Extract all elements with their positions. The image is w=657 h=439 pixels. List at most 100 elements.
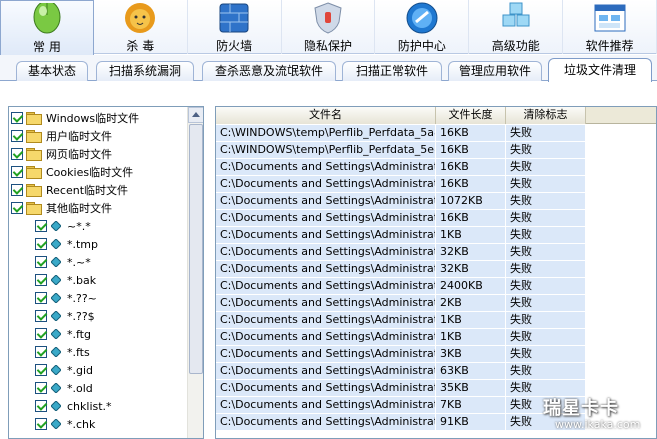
tree-pattern[interactable]: ~*.* (35, 217, 91, 235)
tab-junk-cleanup[interactable]: 垃圾文件清理 (548, 58, 652, 82)
cell-status: 失败 (506, 193, 586, 210)
tree-folder[interactable]: 网页临时文件 (11, 145, 112, 163)
table-row[interactable]: C:\Documents and Settings\Administrator\… (216, 312, 586, 329)
tree-folder[interactable]: 用户临时文件 (11, 127, 112, 145)
toolbar-firewall[interactable]: 防火墙 (188, 0, 282, 54)
tree-pattern-label: *.~* (67, 255, 91, 269)
cell-filename: C:\Documents and Settings\Administrator\… (216, 312, 436, 329)
column-header-filename[interactable]: 文件名 (216, 107, 436, 124)
table-row[interactable]: C:\Documents and Settings\Administrator\… (216, 295, 586, 312)
cell-filename: C:\Documents and Settings\Administrator\… (216, 227, 436, 244)
tab-basic-status[interactable]: 基本状态 (16, 61, 88, 81)
tree-pattern-label: *.tmp (67, 237, 99, 251)
tree-folder-label: Cookies临时文件 (46, 166, 134, 179)
table-row[interactable]: C:\WINDOWS\temp\Perflib_Perfdata_5e8... 1… (216, 142, 586, 159)
tab-scan-normal-software[interactable]: 扫描正常软件 (342, 61, 442, 81)
checkbox[interactable] (11, 166, 23, 178)
table-row[interactable]: C:\Documents and Settings\Administrator\… (216, 329, 586, 346)
table-row[interactable]: C:\Documents and Settings\Administrator\… (216, 244, 586, 261)
checkbox[interactable] (35, 220, 47, 232)
table-row[interactable]: C:\Documents and Settings\Administrator\… (216, 380, 586, 397)
cell-size: 2400KB (436, 278, 506, 295)
cell-filename: C:\Documents and Settings\Administrator\… (216, 244, 436, 261)
checkbox[interactable] (11, 112, 23, 124)
tree-folder[interactable]: Recent临时文件 (11, 181, 128, 199)
checkbox[interactable] (11, 202, 23, 214)
toolbar-advanced[interactable]: 高级功能 (469, 0, 564, 54)
table-row[interactable]: C:\Documents and Settings\Administrator\… (216, 363, 586, 380)
file-pattern-icon (51, 365, 61, 375)
table-row[interactable]: C:\Documents and Settings\Administrator\… (216, 210, 586, 227)
tree-pattern[interactable]: chklist.* (35, 397, 112, 415)
toolbar-software[interactable]: 软件推荐 (563, 0, 657, 54)
toolbar-common[interactable]: 常 用 (0, 0, 94, 55)
tree-pattern[interactable]: *.??~ (35, 289, 97, 307)
scroll-up-button[interactable] (188, 107, 203, 123)
tab-manage-software[interactable]: 管理应用软件 (448, 61, 542, 81)
cell-size: 1KB (436, 329, 506, 346)
table-row[interactable]: C:\Documents and Settings\Administrator\… (216, 261, 586, 278)
tree-folder[interactable]: 其他临时文件 (11, 199, 112, 217)
tree-folder[interactable]: Cookies临时文件 (11, 163, 133, 181)
tree-scrollbar[interactable] (187, 107, 203, 438)
checkbox[interactable] (35, 292, 47, 304)
table-row[interactable]: C:\Documents and Settings\Administrator\… (216, 278, 586, 295)
toolbar-antivirus[interactable]: 杀 毒 (94, 0, 188, 54)
checkbox[interactable] (35, 418, 47, 430)
tree-pattern[interactable]: *.??$ (35, 307, 95, 325)
cell-size: 3KB (436, 346, 506, 363)
folder-icon (26, 130, 42, 143)
table-row[interactable]: C:\Documents and Settings\Administrator\… (216, 397, 586, 414)
checkbox[interactable] (35, 328, 47, 340)
table-row[interactable]: C:\WINDOWS\temp\Perflib_Perfdata_5a8... 1… (216, 125, 586, 142)
checkbox[interactable] (11, 130, 23, 142)
cell-status: 失败 (506, 210, 586, 227)
cell-size: 35KB (436, 380, 506, 397)
tree-pattern-label: ~*.* (67, 219, 91, 233)
tree-pattern-label: chklist.* (67, 399, 112, 413)
table-row[interactable]: C:\Documents and Settings\Administrator\… (216, 227, 586, 244)
tree-pattern[interactable]: *.chk (35, 415, 95, 433)
cell-size: 2KB (436, 295, 506, 312)
toolbar-privacy[interactable]: 隐私保护 (282, 0, 376, 54)
table-row[interactable]: C:\Documents and Settings\Administrator\… (216, 193, 586, 210)
cell-size: 1KB (436, 227, 506, 244)
checkbox[interactable] (35, 274, 47, 286)
checkbox[interactable] (35, 382, 47, 394)
cell-filename: C:\Documents and Settings\Administrator\… (216, 414, 436, 431)
tree-pattern[interactable]: *.old (35, 379, 93, 397)
table-row[interactable]: C:\Documents and Settings\Administrator\… (216, 176, 586, 193)
file-pattern-icon (51, 383, 61, 393)
table-row[interactable]: C:\Documents and Settings\Administrator\… (216, 414, 586, 431)
checkbox[interactable] (11, 184, 23, 196)
tree-pattern[interactable]: *.bak (35, 271, 96, 289)
tab-scan-vulnerabilities[interactable]: 扫描系统漏洞 (96, 61, 194, 81)
table-row[interactable]: C:\Documents and Settings\Administrator\… (216, 159, 586, 176)
tree-pattern[interactable]: *.~* (35, 253, 91, 271)
tree-pattern[interactable]: *.gid (35, 361, 93, 379)
column-header-size[interactable]: 文件长度 (436, 107, 506, 124)
checkbox[interactable] (35, 238, 47, 250)
checkbox[interactable] (35, 310, 47, 322)
checkbox[interactable] (35, 364, 47, 376)
toolbar-firewall-label: 防火墙 (216, 39, 253, 53)
tree-pattern[interactable]: *.ftg (35, 325, 91, 343)
arrow-up-icon (192, 112, 200, 117)
scroll-thumb[interactable] (189, 124, 203, 374)
checkbox[interactable] (35, 400, 47, 412)
tree-pattern[interactable]: *.fts (35, 343, 90, 361)
checkbox[interactable] (11, 148, 23, 160)
column-header-status[interactable]: 清除标志 (506, 107, 586, 124)
table-row[interactable]: C:\Documents and Settings\Administrator\… (216, 346, 586, 363)
tree-folder[interactable]: Windows临时文件 (11, 109, 139, 127)
cell-size: 7KB (436, 397, 506, 414)
cell-filename: C:\Documents and Settings\Administrator\… (216, 261, 436, 278)
toolbar-protection[interactable]: 防护中心 (375, 0, 470, 54)
cell-status: 失败 (506, 244, 586, 261)
tree-pattern[interactable]: *.tmp (35, 235, 98, 253)
cell-status: 失败 (506, 159, 586, 176)
tab-kill-malware[interactable]: 查杀恶意及流氓软件 (202, 61, 336, 81)
checkbox[interactable] (35, 256, 47, 268)
checkbox[interactable] (35, 346, 47, 358)
file-pattern-icon (51, 419, 61, 429)
